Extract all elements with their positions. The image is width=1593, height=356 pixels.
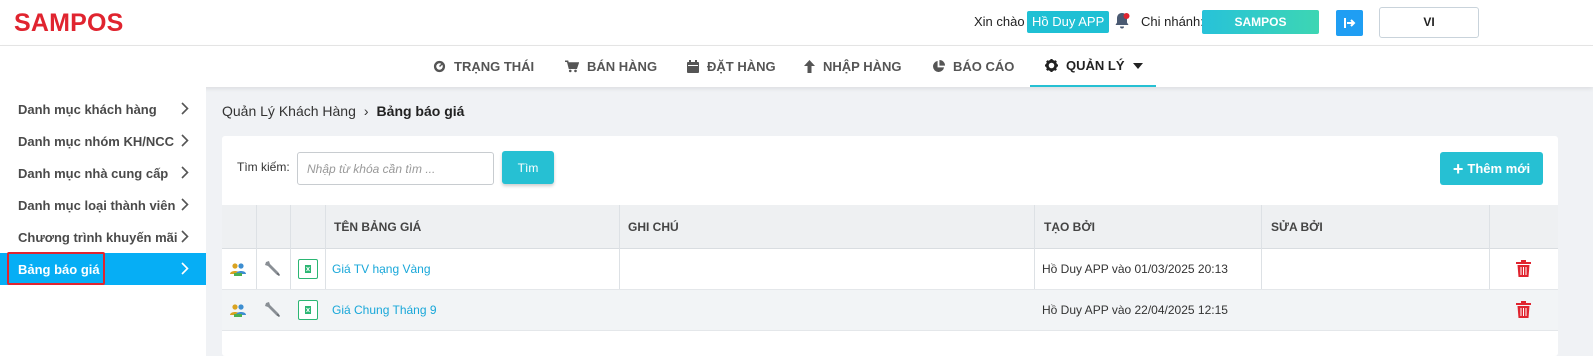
table-header: TÊN BẢNG GIÁ GHI CHÚ TẠO BỞI SỬA BỞI [222, 205, 1558, 249]
excel-file-icon[interactable] [298, 259, 318, 279]
breadcrumb: Quản Lý Khách Hàng › Bảng báo giá [222, 103, 464, 119]
branch-selector-button[interactable]: SAMPOS [1202, 10, 1319, 34]
sidebar-item-label: Chương trình khuyến mãi [18, 230, 178, 245]
selection-highlight-box [7, 252, 105, 285]
wrench-icon[interactable] [264, 301, 281, 318]
breadcrumb-current: Bảng báo giá [376, 103, 465, 119]
nav-label: BÁN HÀNG [587, 59, 658, 74]
sidebar-item-nha-cung-cap[interactable]: Danh mục nhà cung cấp [0, 157, 206, 189]
caret-down-icon [1132, 62, 1143, 69]
nav-label: QUẢN LÝ [1066, 58, 1125, 73]
customer-group-icon[interactable] [230, 262, 246, 276]
trash-icon[interactable] [1516, 301, 1531, 318]
chevron-right-icon [181, 102, 189, 115]
nav-label: BÁO CÁO [953, 59, 1015, 74]
column-header-ten-bang-gia[interactable]: TÊN BẢNG GIÁ [334, 205, 421, 249]
nav-item-ban-hang[interactable]: BÁN HÀNG [565, 46, 657, 87]
bell-icon[interactable] [1114, 12, 1130, 30]
language-selector[interactable]: VI [1379, 7, 1479, 38]
chevron-right-icon [181, 262, 189, 275]
user-name-badge[interactable]: Hồ Duy APP [1027, 11, 1110, 33]
sidebar-item-label: Danh mục nhà cung cấp [18, 166, 169, 181]
nav-item-quan-ly[interactable]: QUẢN LÝ [1030, 46, 1156, 87]
nav-label: ĐẶT HÀNG [707, 59, 776, 74]
sidebar-item-label: Danh mục khách hàng [18, 102, 157, 117]
chevron-right-icon [181, 166, 189, 179]
breadcrumb-separator: › [363, 103, 369, 119]
created-by-cell: Hồ Duy APP vào 01/03/2025 20:13 [1042, 262, 1228, 276]
nav-item-bao-cao[interactable]: BÁO CÁO [932, 46, 1014, 87]
sidebar-item-label: Danh mục nhóm KH/NCC [18, 134, 174, 149]
price-list-name-link[interactable]: Giá TV hạng Vàng [332, 249, 431, 290]
content-panel: Tìm kiếm: Tìm + Thêm mới TÊN BẢNG GIÁ GH… [222, 136, 1558, 356]
column-header-ghi-chu[interactable]: GHI CHÚ [628, 205, 679, 249]
sidebar-item-khach-hang[interactable]: Danh mục khách hàng [0, 93, 206, 125]
search-input[interactable] [297, 152, 494, 185]
cart-icon [565, 60, 579, 73]
top-header: SAMPOS Xin chào Hồ Duy APP Chi nhánh: SA… [0, 0, 1593, 46]
sidebar-item-nhom-kh-ncc[interactable]: Danh mục nhóm KH/NCC [0, 125, 206, 157]
add-new-label: Thêm mới [1467, 161, 1531, 176]
nav-item-trang-thai[interactable]: TRẠNG THÁI [433, 46, 534, 87]
greeting-text: Xin chào [974, 14, 1025, 29]
nav-label: TRẠNG THÁI [454, 59, 535, 74]
chevron-right-icon [181, 134, 189, 147]
nav-item-nhap-hang[interactable]: NHẬP HÀNG [804, 46, 902, 87]
dashboard-icon [433, 60, 446, 73]
created-by-cell: Hồ Duy APP vào 22/04/2025 12:15 [1042, 303, 1228, 317]
column-header-tao-boi[interactable]: TẠO BỞI [1044, 205, 1095, 249]
branch-label: Chi nhánh: [1141, 14, 1204, 29]
price-list-name-link[interactable]: Giá Chung Tháng 9 [332, 290, 437, 331]
sidebar: Danh mục khách hàng Danh mục nhóm KH/NCC… [0, 87, 206, 356]
calendar-icon [687, 60, 699, 73]
chevron-right-icon [181, 230, 189, 243]
chevron-right-icon [181, 198, 189, 211]
trash-icon[interactable] [1516, 260, 1531, 277]
plus-icon: + [1452, 158, 1464, 179]
sidebar-item-loai-thanh-vien[interactable]: Danh mục loại thành viên [0, 189, 206, 221]
main-nav: TRẠNG THÁI BÁN HÀNG ĐẶT HÀNG NHẬP HÀNG B… [0, 46, 1593, 87]
excel-file-icon[interactable] [298, 300, 318, 320]
customer-group-icon[interactable] [230, 303, 246, 317]
column-header-sua-boi[interactable]: SỬA BỞI [1271, 205, 1323, 249]
logout-icon [1344, 18, 1356, 28]
sidebar-item-khuyen-mai[interactable]: Chương trình khuyến mãi [0, 221, 206, 253]
gear-icon [1045, 59, 1058, 72]
table-row: Giá Chung Tháng 9 Hồ Duy APP vào 22/04/2… [222, 290, 1558, 331]
pie-chart-icon [933, 60, 945, 72]
logout-button[interactable] [1336, 10, 1363, 36]
arrow-up-icon [804, 60, 815, 73]
add-new-button[interactable]: + Thêm mới [1440, 152, 1543, 185]
sidebar-item-label: Danh mục loại thành viên [18, 198, 176, 213]
wrench-icon[interactable] [264, 260, 281, 277]
search-button[interactable]: Tìm [502, 151, 554, 184]
nav-label: NHẬP HÀNG [823, 59, 902, 74]
breadcrumb-parent[interactable]: Quản Lý Khách Hàng [222, 103, 356, 119]
table-row: Giá TV hạng Vàng Hồ Duy APP vào 01/03/20… [222, 249, 1558, 290]
search-label: Tìm kiếm: [237, 160, 290, 174]
nav-item-dat-hang[interactable]: ĐẶT HÀNG [687, 46, 776, 87]
logo[interactable]: SAMPOS [14, 9, 124, 38]
